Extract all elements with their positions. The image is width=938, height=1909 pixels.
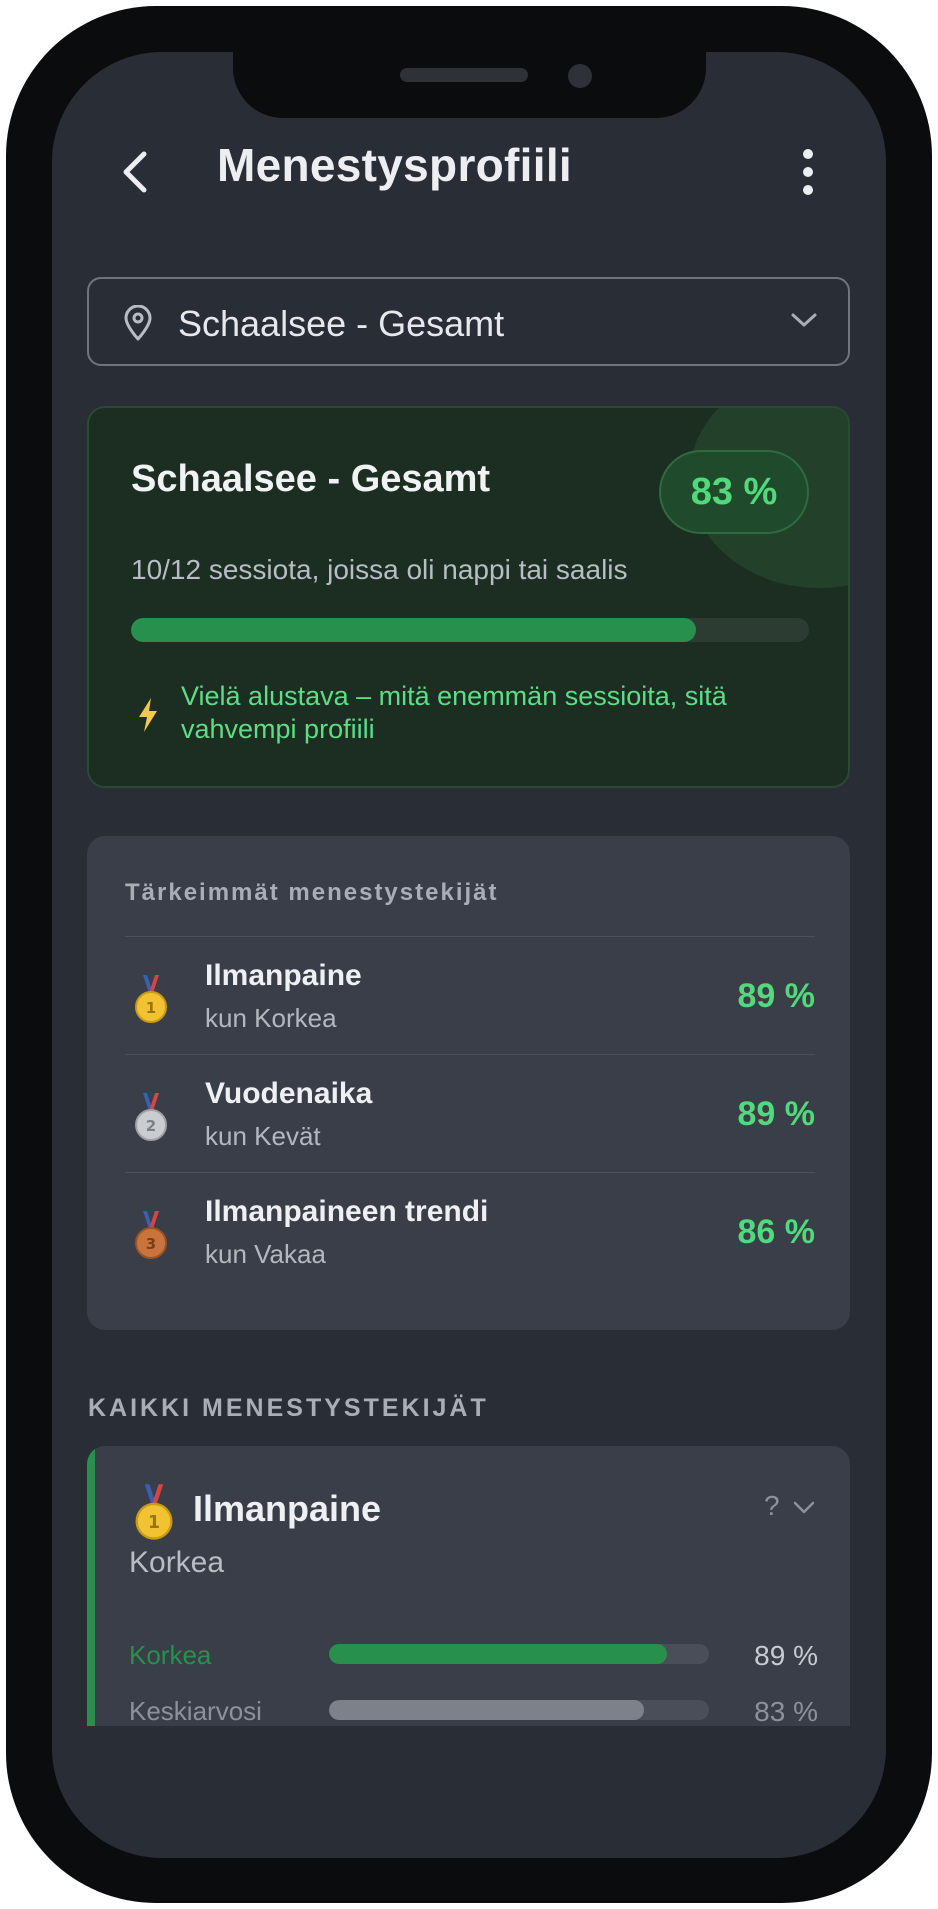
factor-percent: 89 % bbox=[737, 977, 816, 1015]
phone-notch bbox=[233, 52, 706, 118]
factor-condition: kun Korkea bbox=[205, 1003, 337, 1033]
success-rate-badge: 83 % bbox=[659, 450, 809, 534]
location-pin-icon bbox=[124, 305, 152, 341]
factor-name: Ilmanpaineen trendi bbox=[205, 1195, 489, 1228]
condition-percent: 89 % bbox=[754, 1640, 818, 1671]
factor-card-title: Ilmanpaine bbox=[193, 1488, 382, 1529]
success-summary-card: Schaalsee - Gesamt 83 % 10/12 sessiota, … bbox=[87, 406, 850, 788]
factor-name: Vuodenaika bbox=[205, 1077, 373, 1110]
bar-label-average: Keskiarvosi bbox=[129, 1696, 262, 1726]
factor-percent: 86 % bbox=[737, 1213, 816, 1251]
svg-text:3: 3 bbox=[146, 1235, 156, 1253]
svg-text:1: 1 bbox=[146, 999, 156, 1017]
phone-camera bbox=[568, 64, 592, 88]
factor-card-value: Korkea bbox=[129, 1546, 225, 1579]
factor-condition: kun Kevät bbox=[205, 1121, 321, 1151]
more-vertical-icon bbox=[803, 149, 813, 195]
location-select-value: Schaalsee - Gesamt bbox=[178, 303, 505, 344]
svg-text:2: 2 bbox=[146, 1117, 156, 1135]
sessions-summary: 10/12 sessiota, joissa oli nappi tai saa… bbox=[131, 554, 628, 585]
chevron-left-icon bbox=[123, 151, 147, 193]
success-progress-bar bbox=[131, 618, 809, 642]
condition-bar-fill bbox=[329, 1644, 668, 1664]
more-options-button[interactable] bbox=[788, 146, 828, 198]
factor-condition: kun Vakaa bbox=[205, 1239, 326, 1269]
preliminary-note: Vielä alustava – mitä enemmän sessioita,… bbox=[181, 681, 727, 744]
factor-accent-bar bbox=[87, 1446, 95, 1726]
top-factors-card: Tärkeimmät menestystekijät 1 Ilmanpaine … bbox=[87, 836, 850, 1330]
average-bar bbox=[329, 1700, 709, 1720]
page-title: Menestysprofiili bbox=[217, 139, 572, 191]
factor-card[interactable]: 1 Ilmanpaine ? Korkea Korkea 89 % Keskia… bbox=[87, 1446, 850, 1726]
average-percent: 83 % bbox=[754, 1696, 818, 1726]
top-factor-row[interactable]: 1 Ilmanpaine kun Korkea 89 % bbox=[125, 936, 815, 1055]
location-select[interactable]: Schaalsee - Gesamt bbox=[87, 277, 850, 366]
condition-bar bbox=[329, 1644, 709, 1664]
lightning-icon bbox=[139, 698, 157, 732]
chevron-down-icon[interactable] bbox=[792, 1498, 816, 1518]
bar-label-condition: Korkea bbox=[129, 1640, 212, 1670]
help-button[interactable]: ? bbox=[764, 1490, 780, 1522]
top-factor-row[interactable]: 3 Ilmanpaineen trendi kun Vakaa 86 % bbox=[125, 1172, 815, 1291]
gold-medal-icon: 1 bbox=[135, 975, 167, 1023]
factor-name: Ilmanpaine bbox=[205, 959, 362, 992]
bronze-medal-icon: 3 bbox=[135, 1211, 167, 1259]
top-factors-heading: Tärkeimmät menestystekijät bbox=[125, 879, 499, 906]
chevron-down-icon bbox=[791, 313, 817, 327]
summary-title: Schaalsee - Gesamt bbox=[131, 458, 491, 500]
gold-medal-icon: 1 bbox=[135, 1484, 173, 1540]
top-factor-row[interactable]: 2 Vuodenaika kun Kevät 89 % bbox=[125, 1054, 815, 1173]
factor-percent: 89 % bbox=[737, 1095, 816, 1133]
silver-medal-icon: 2 bbox=[135, 1093, 167, 1141]
success-progress-fill bbox=[131, 618, 696, 642]
back-button[interactable] bbox=[112, 146, 164, 198]
svg-text:1: 1 bbox=[148, 1513, 160, 1533]
phone-speaker bbox=[400, 68, 528, 82]
all-factors-heading: KAIKKI MENESTYSTEKIJÄT bbox=[88, 1394, 489, 1422]
average-bar-fill bbox=[329, 1700, 645, 1720]
